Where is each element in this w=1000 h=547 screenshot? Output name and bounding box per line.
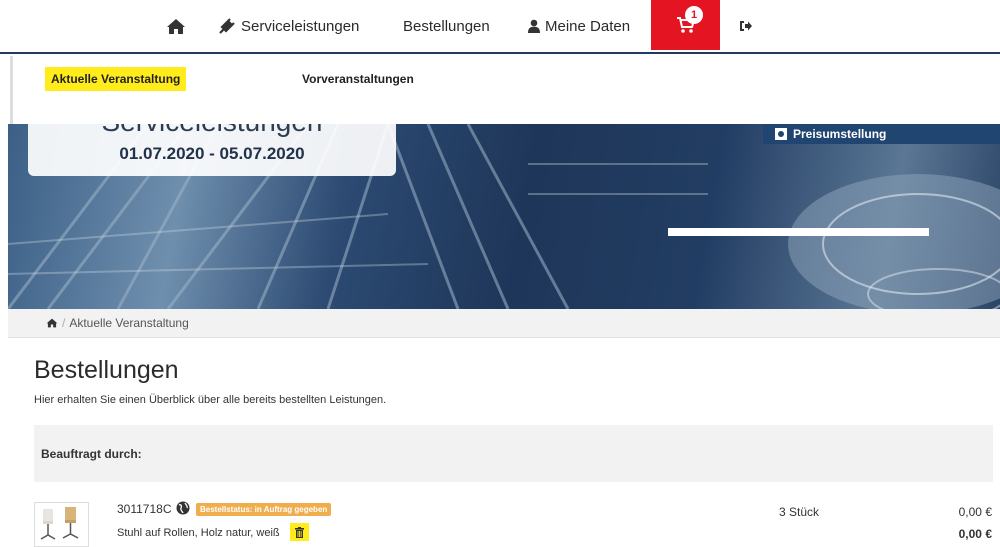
nav-bestellungen-label: Bestellungen bbox=[403, 17, 490, 35]
breadcrumb: / Aktuelle Veranstaltung bbox=[8, 309, 1000, 338]
event-date-range: 01.07.2020 - 05.07.2020 bbox=[119, 144, 305, 163]
globe-icon bbox=[176, 501, 190, 515]
info-icon bbox=[775, 128, 787, 140]
trash-icon bbox=[295, 526, 304, 538]
nav-bestellungen[interactable]: Bestellungen bbox=[403, 0, 490, 52]
hero-banner: Serviceleistungen 01.07.2020 - 05.07.202… bbox=[8, 124, 1000, 309]
product-description: Stuhl auf Rollen, Holz natur, weiß bbox=[117, 527, 280, 539]
nav-serviceleistungen[interactable]: Serviceleistungen bbox=[218, 0, 359, 52]
order-status-badge: Bestellstatus: in Auftrag gegeben bbox=[196, 503, 332, 516]
top-navigation: Serviceleistungen Bestellungen Meine Dat… bbox=[0, 0, 1000, 54]
page-title: Bestellungen bbox=[34, 356, 179, 384]
price-change-notice[interactable]: Preisumstellung bbox=[763, 124, 1000, 144]
price-change-label: Preisumstellung bbox=[793, 127, 887, 141]
event-title: Serviceleistungen bbox=[28, 124, 396, 138]
cart-count-badge: 1 bbox=[685, 6, 703, 24]
item-unit-price: 0,00 € bbox=[958, 505, 992, 519]
article-number: 3011718C bbox=[117, 502, 172, 516]
sign-out-icon bbox=[740, 21, 752, 31]
tab-vorveranstaltungen[interactable]: Vorveranstaltungen bbox=[296, 67, 420, 91]
item-total-price: 0,00 € bbox=[958, 527, 992, 541]
home-nav-button[interactable] bbox=[166, 0, 186, 52]
product-thumbnail bbox=[34, 502, 89, 547]
event-tabs: Aktuelle Veranstaltung Vorveranstaltunge… bbox=[10, 56, 1000, 124]
item-quantity: 3 Stück bbox=[779, 505, 820, 519]
delete-item-button[interactable] bbox=[290, 523, 309, 541]
logout-button[interactable] bbox=[739, 0, 752, 52]
breadcrumb-separator: / bbox=[62, 316, 66, 330]
home-icon bbox=[167, 18, 185, 34]
hero-white-bar bbox=[668, 228, 929, 236]
plug-icon bbox=[219, 18, 235, 34]
commissioned-by-header: Beauftragt durch: bbox=[34, 425, 993, 482]
nav-meine-daten-label: Meine Daten bbox=[545, 17, 631, 35]
cart-button[interactable]: 1 bbox=[651, 0, 720, 50]
chair-image bbox=[40, 507, 79, 540]
tab-aktuelle-veranstaltung[interactable]: Aktuelle Veranstaltung bbox=[45, 67, 187, 91]
home-icon[interactable] bbox=[46, 318, 58, 328]
breadcrumb-current: Aktuelle Veranstaltung bbox=[69, 316, 189, 330]
event-info-card: Serviceleistungen 01.07.2020 - 05.07.202… bbox=[28, 124, 396, 176]
user-icon bbox=[528, 19, 540, 33]
nav-serviceleistungen-label: Serviceleistungen bbox=[241, 17, 360, 35]
nav-meine-daten[interactable]: Meine Daten bbox=[528, 0, 630, 52]
page-description: Hier erhalten Sie einen Überblick über a… bbox=[34, 394, 387, 406]
